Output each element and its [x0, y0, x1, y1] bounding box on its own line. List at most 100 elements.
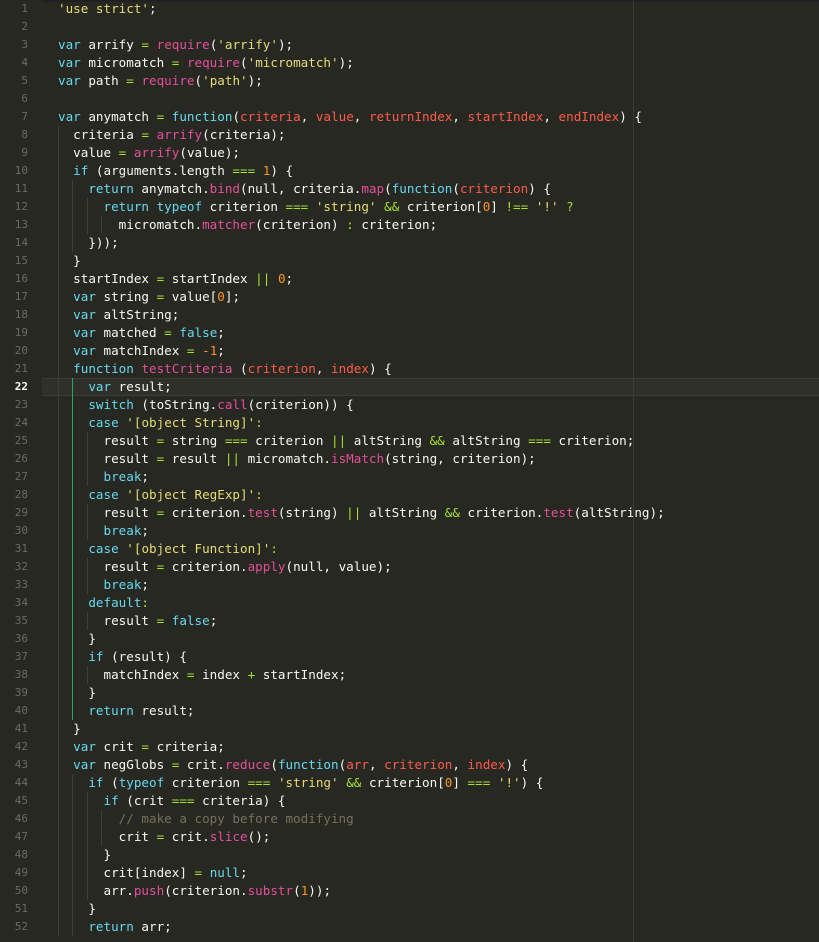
code-line[interactable]: default:	[42, 594, 819, 612]
line-number[interactable]: 24	[0, 414, 42, 432]
line-number[interactable]: 8	[0, 126, 42, 144]
code-line[interactable]: if (crit === criteria) {	[42, 792, 819, 810]
line-number[interactable]: 19	[0, 324, 42, 342]
line-number[interactable]: 51	[0, 900, 42, 918]
code-line[interactable]: case '[object RegExp]':	[42, 486, 819, 504]
code-line[interactable]: crit = crit.slice();	[42, 828, 819, 846]
line-number[interactable]: 42	[0, 738, 42, 756]
line-number[interactable]: 20	[0, 342, 42, 360]
code-line[interactable]: value = arrify(value);	[42, 144, 819, 162]
code-line[interactable]: }	[42, 900, 819, 918]
code-line[interactable]: startIndex = startIndex || 0;	[42, 270, 819, 288]
line-number[interactable]: 30	[0, 522, 42, 540]
line-number[interactable]: 23	[0, 396, 42, 414]
code-line[interactable]: break;	[42, 576, 819, 594]
line-number[interactable]: 45	[0, 792, 42, 810]
code-area[interactable]: 'use strict'; var arrify = require('arrif…	[42, 0, 819, 942]
line-number[interactable]: 7	[0, 108, 42, 126]
line-number[interactable]: 17	[0, 288, 42, 306]
line-number[interactable]: 52	[0, 918, 42, 936]
code-line[interactable]: switch (toString.call(criterion)) {	[42, 396, 819, 414]
code-line[interactable]: crit[index] = null;	[42, 864, 819, 882]
line-number[interactable]: 31	[0, 540, 42, 558]
line-number[interactable]: 34	[0, 594, 42, 612]
line-number[interactable]: 4	[0, 54, 42, 72]
code-line[interactable]: }));	[42, 234, 819, 252]
code-line[interactable]: if (typeof criterion === 'string' && cri…	[42, 774, 819, 792]
code-line[interactable]: }	[42, 252, 819, 270]
line-number[interactable]: 1	[0, 0, 42, 18]
code-editor[interactable]: 1 2 3 4 5 6 7 8 9 10 11 12 13 14 15 16 17 18 19 20 21 22 23 24 2…	[0, 0, 819, 942]
code-line[interactable]: }	[42, 846, 819, 864]
code-line[interactable]: }	[42, 630, 819, 648]
line-number[interactable]: 25	[0, 432, 42, 450]
code-line[interactable]: result = criterion.test(string) || altSt…	[42, 504, 819, 522]
line-number[interactable]: 43	[0, 756, 42, 774]
line-number[interactable]: 12	[0, 198, 42, 216]
line-number[interactable]: 14	[0, 234, 42, 252]
code-line[interactable]: break;	[42, 468, 819, 486]
line-number[interactable]: 11	[0, 180, 42, 198]
code-line[interactable]: return result;	[42, 702, 819, 720]
code-line[interactable]: arr.push(criterion.substr(1));	[42, 882, 819, 900]
line-number[interactable]: 41	[0, 720, 42, 738]
line-number[interactable]: 27	[0, 468, 42, 486]
line-number[interactable]: 10	[0, 162, 42, 180]
code-line[interactable]: var negGlobs = crit.reduce(function(arr,…	[42, 756, 819, 774]
line-number[interactable]: 2	[0, 18, 42, 36]
line-number[interactable]: 21	[0, 360, 42, 378]
code-line[interactable]: var anymatch = function(criteria, value,…	[42, 108, 819, 126]
code-line[interactable]: // make a copy before modifying	[42, 810, 819, 828]
code-line[interactable]: }	[42, 684, 819, 702]
line-number[interactable]: 50	[0, 882, 42, 900]
line-number[interactable]: 36	[0, 630, 42, 648]
code-line[interactable]: var result;	[42, 378, 819, 396]
line-number[interactable]: 40	[0, 702, 42, 720]
code-line[interactable]: result = string === criterion || altStri…	[42, 432, 819, 450]
line-number[interactable]: 46	[0, 810, 42, 828]
code-line[interactable]: break;	[42, 522, 819, 540]
line-number[interactable]: 29	[0, 504, 42, 522]
line-number[interactable]: 16	[0, 270, 42, 288]
line-number[interactable]: 38	[0, 666, 42, 684]
line-number[interactable]: 26	[0, 450, 42, 468]
line-number[interactable]: 33	[0, 576, 42, 594]
code-line[interactable]: micromatch.matcher(criterion) : criterio…	[42, 216, 819, 234]
line-number[interactable]: 9	[0, 144, 42, 162]
code-line[interactable]: var string = value[0];	[42, 288, 819, 306]
line-number[interactable]: 39	[0, 684, 42, 702]
code-line[interactable]: if (arguments.length === 1) {	[42, 162, 819, 180]
code-line[interactable]: result = result || micromatch.isMatch(st…	[42, 450, 819, 468]
code-line[interactable]: case '[object Function]':	[42, 540, 819, 558]
code-line[interactable]: var altString;	[42, 306, 819, 324]
code-line[interactable]: 'use strict';	[42, 0, 819, 18]
code-line[interactable]: return anymatch.bind(null, criteria.map(…	[42, 180, 819, 198]
line-number[interactable]: 13	[0, 216, 42, 234]
code-line[interactable]: result = criterion.apply(null, value);	[42, 558, 819, 576]
code-line[interactable]: case '[object String]':	[42, 414, 819, 432]
line-number[interactable]: 32	[0, 558, 42, 576]
code-line[interactable]: criteria = arrify(criteria);	[42, 126, 819, 144]
code-line[interactable]: var micromatch = require('micromatch');	[42, 54, 819, 72]
code-line[interactable]: var matchIndex = -1;	[42, 342, 819, 360]
line-number[interactable]: 28	[0, 486, 42, 504]
line-number[interactable]: 47	[0, 828, 42, 846]
line-number[interactable]: 5	[0, 72, 42, 90]
line-number[interactable]: 49	[0, 864, 42, 882]
code-line[interactable]: var arrify = require('arrify');	[42, 36, 819, 54]
code-line[interactable]: result = false;	[42, 612, 819, 630]
code-line[interactable]	[42, 90, 819, 108]
line-number[interactable]: 6	[0, 90, 42, 108]
code-line[interactable]: return typeof criterion === 'string' && …	[42, 198, 819, 216]
line-number[interactable]: 3	[0, 36, 42, 54]
code-line[interactable]: }	[42, 720, 819, 738]
line-number[interactable]: 37	[0, 648, 42, 666]
line-number[interactable]: 35	[0, 612, 42, 630]
line-number[interactable]: 44	[0, 774, 42, 792]
code-line[interactable]: var crit = criteria;	[42, 738, 819, 756]
code-line[interactable]: matchIndex = index + startIndex;	[42, 666, 819, 684]
line-number[interactable]: 22	[0, 378, 42, 396]
code-line[interactable]: var matched = false;	[42, 324, 819, 342]
line-number[interactable]: 18	[0, 306, 42, 324]
code-line[interactable]	[42, 18, 819, 36]
